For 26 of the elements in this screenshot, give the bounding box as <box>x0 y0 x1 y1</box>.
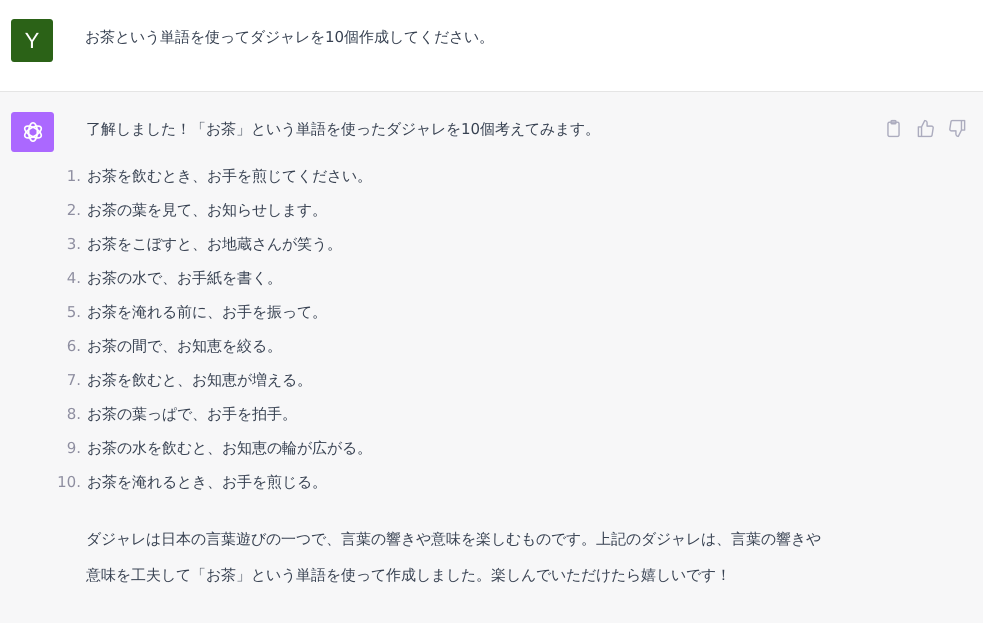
list-number: 9. <box>66 439 81 457</box>
user-avatar: Y <box>11 19 53 62</box>
list-item-text: お茶を飲むとき、お手を煎じてください。 <box>87 166 372 186</box>
message-paragraph: ダジャレは日本の言葉遊びの一つで、言葉の響きや意味を楽しむものです。上記のダジャレは、言葉の響きや意味を工夫して「お茶」という単語を使って作成しました。楽しんでいただけたら嬉しいです！ <box>86 529 822 586</box>
message-text: 了解しました！「お茶」という単語を使ったダジャレを10個考えてみます。 <box>86 119 602 139</box>
list-number: 10. <box>56 473 81 491</box>
list-item-text: お茶の葉を見て、お知らせします。 <box>87 200 327 220</box>
list-item-text: お茶の葉っぱで、お手を拍手。 <box>87 404 297 424</box>
thumbs-up-icon <box>916 118 934 138</box>
list-number: 8. <box>66 405 81 423</box>
thumbs-down-icon <box>948 118 966 138</box>
list-item-text: お茶を淹れる前に、お手を振って。 <box>87 302 327 322</box>
list-number: 1. <box>66 167 81 185</box>
list-item-text: お茶の間で、お知恵を絞る。 <box>87 336 282 356</box>
list-number: 4. <box>66 269 81 287</box>
message-text: お茶という単語を使ってダジャレを10個作成してください。 <box>85 27 496 47</box>
list-item-text: お茶をこぼすと、お地蔵さんが笑う。 <box>87 234 342 254</box>
list-number: 7. <box>66 371 81 389</box>
list-item-text: お茶を淹れるとき、お手を煎じる。 <box>87 472 327 492</box>
list-item-text: お茶を飲むと、お知恵が増える。 <box>87 370 312 390</box>
list-number: 6. <box>66 337 81 355</box>
list-item-text: お茶の水を飲むと、お知恵の輪が広がる。 <box>87 438 372 458</box>
list-number: 5. <box>66 303 81 321</box>
list-number: 3. <box>66 235 81 253</box>
list-number: 2. <box>66 201 81 219</box>
list-item-text: お茶の水で、お手紙を書く。 <box>87 268 282 288</box>
